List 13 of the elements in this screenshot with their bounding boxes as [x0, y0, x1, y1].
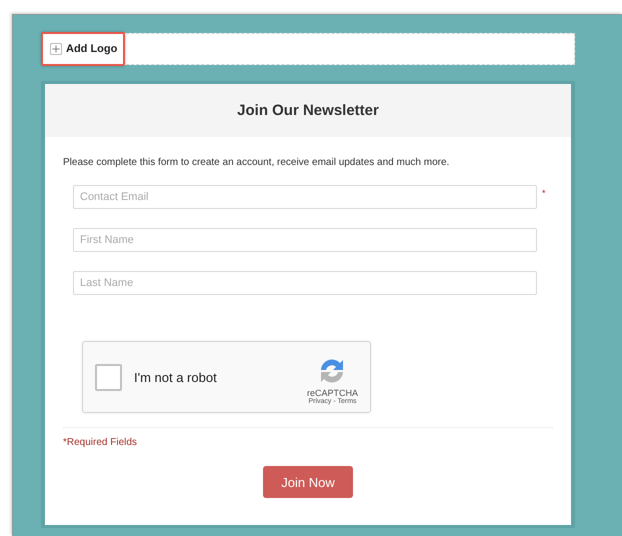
join-button[interactable]: Join Now	[263, 466, 353, 498]
intro-text: Please complete this form to create an account, receive email updates and much more.	[63, 157, 450, 168]
text-field[interactable]: Contact Email	[73, 185, 537, 209]
captcha-checkbox[interactable]	[95, 364, 122, 390]
form-title: Join Our Newsletter	[45, 84, 571, 137]
text-field[interactable]: First Name	[73, 228, 537, 252]
captcha-brand: reCAPTCHA	[306, 388, 358, 398]
text-field[interactable]: Last Name	[73, 271, 537, 295]
add-logo-button[interactable]: Add Logo	[41, 32, 126, 66]
captcha-label: I'm not a robot	[134, 370, 218, 384]
required-note: *Required Fields	[63, 437, 138, 448]
required-mark: *	[542, 188, 546, 198]
plus-icon	[50, 43, 62, 55]
